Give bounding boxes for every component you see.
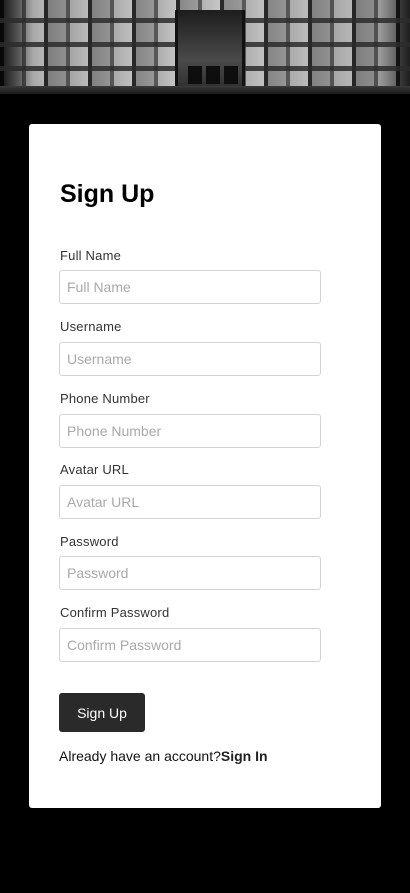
- warehouse-banner-image: [0, 0, 410, 94]
- signup-card: Sign Up Full Name Username Phone Number …: [29, 124, 381, 808]
- banner-aisle: [175, 10, 245, 94]
- username-input[interactable]: [59, 342, 321, 376]
- banner-door: [206, 66, 220, 84]
- avatar-url-input[interactable]: [59, 485, 321, 519]
- account-prompt-text: Already have an account?: [59, 748, 221, 764]
- username-label: Username: [60, 319, 122, 334]
- full-name-label: Full Name: [60, 248, 122, 263]
- sign-in-link[interactable]: Sign In: [221, 748, 268, 764]
- phone-number-input[interactable]: [59, 414, 321, 448]
- confirm-password-label: Confirm Password: [60, 605, 170, 620]
- password-label: Password: [60, 534, 119, 549]
- banner-door: [188, 66, 202, 84]
- banner-floor: [0, 86, 410, 94]
- avatar-url-label: Avatar URL: [60, 462, 129, 477]
- confirm-password-input[interactable]: [59, 628, 321, 662]
- banner-door: [224, 66, 238, 84]
- signin-prompt: Already have an account?Sign In: [59, 748, 268, 764]
- sign-up-button[interactable]: Sign Up: [59, 693, 145, 732]
- page-title: Sign Up: [60, 180, 155, 208]
- phone-number-label: Phone Number: [60, 391, 150, 406]
- password-input[interactable]: [59, 556, 321, 590]
- full-name-input[interactable]: [59, 270, 321, 304]
